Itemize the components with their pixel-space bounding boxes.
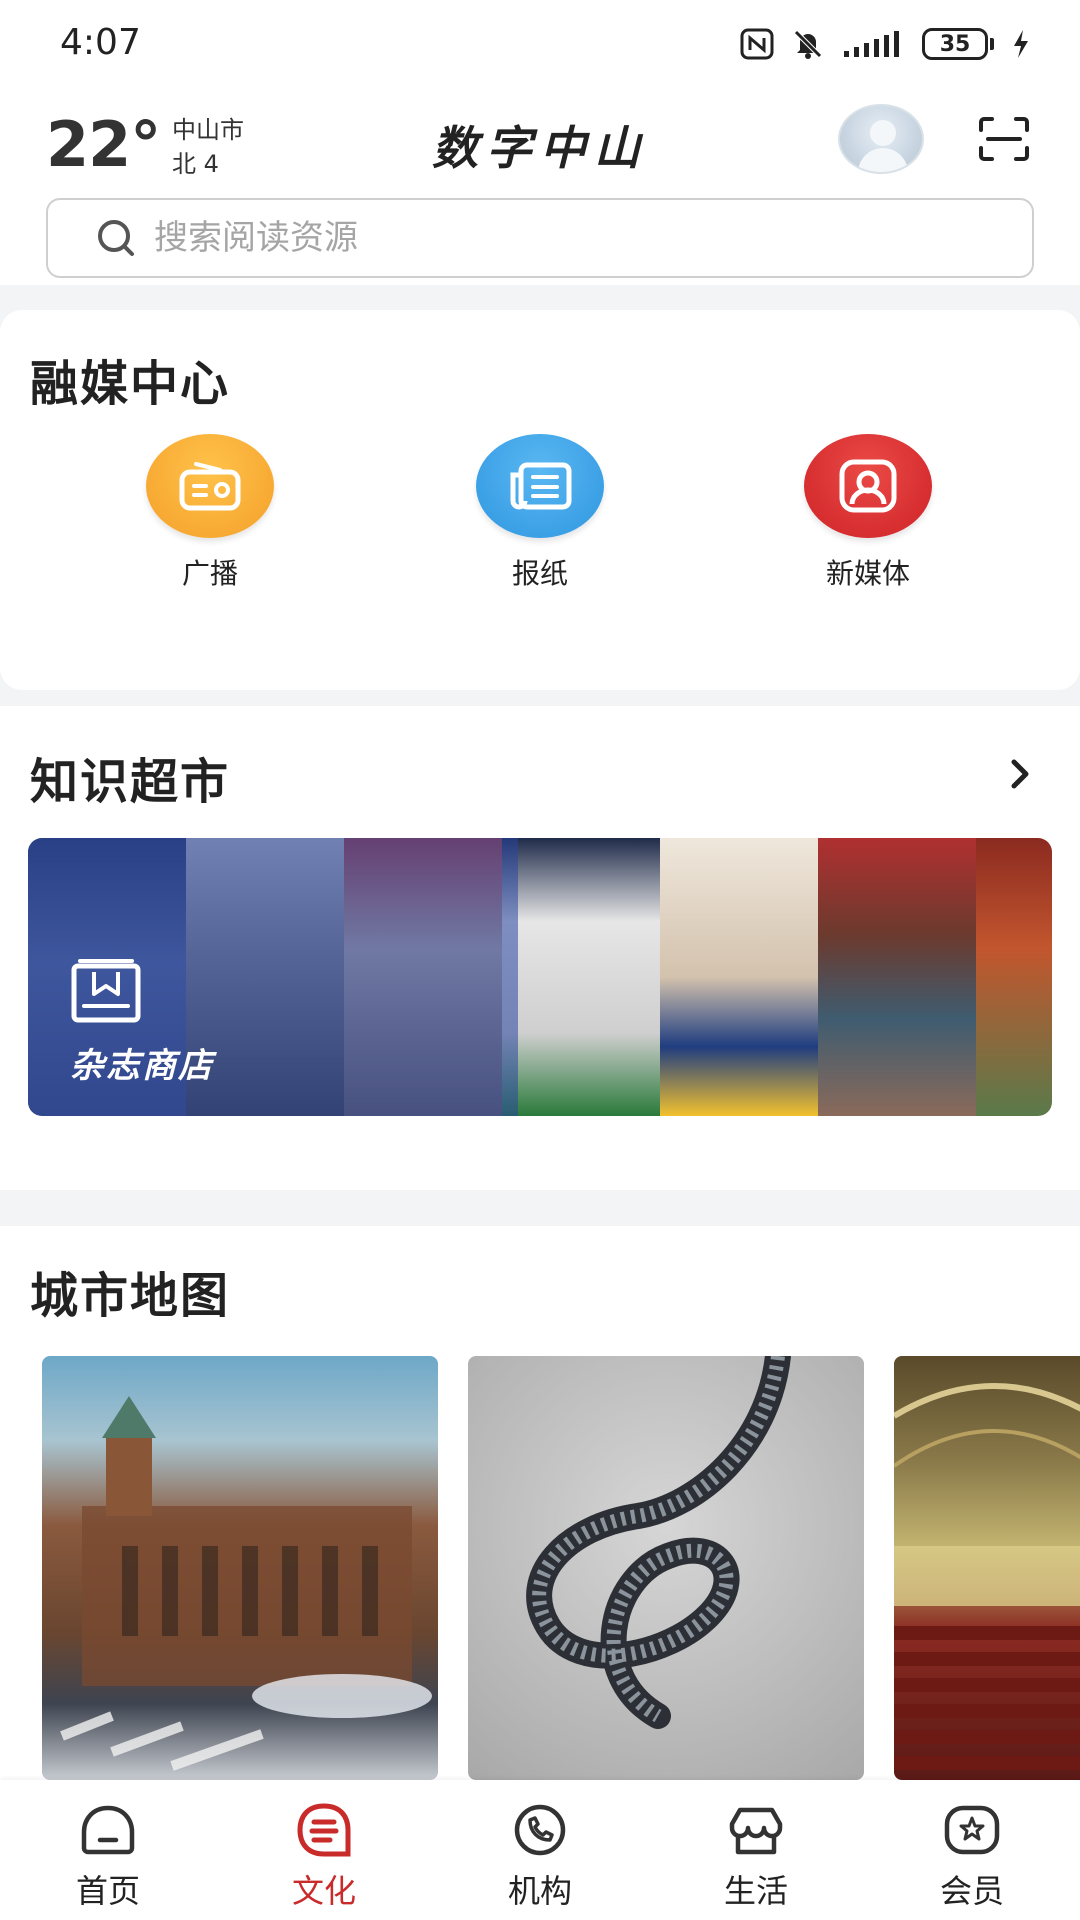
user-avatar[interactable] (838, 104, 924, 174)
historic-building-photo (60, 1396, 432, 1771)
film-reel-photo (526, 1356, 791, 1729)
bell-muted-icon (794, 30, 822, 59)
status-bar: 4:07 35 (0, 0, 1080, 90)
city-map-card-theater[interactable] (894, 1356, 1080, 1780)
city-map-card-historic-building[interactable] (42, 1356, 438, 1780)
nav-item-life[interactable]: 生活 (648, 1780, 864, 1920)
chevron-right-icon[interactable] (1004, 754, 1034, 794)
nav-label-culture: 文化 (291, 1872, 356, 1910)
new-media-icon (839, 459, 897, 513)
section-title-media-center: 融媒中心 (30, 356, 231, 412)
nav-item-member[interactable]: 会员 (864, 1780, 1080, 1920)
radio-icon (179, 462, 241, 511)
media-item-radio[interactable]: 广播 (110, 434, 310, 592)
nfc-icon (740, 28, 774, 60)
nav-item-home[interactable]: 首页 (0, 1780, 216, 1920)
battery-icon: 35 (922, 28, 994, 60)
magazine-shop-banner[interactable]: 杂志商店 (28, 838, 1052, 1116)
signal-icon (844, 31, 899, 57)
media-label-newspaper: 报纸 (511, 557, 568, 590)
institution-icon (514, 1804, 566, 1856)
newspaper-icon (510, 462, 572, 510)
nav-label-home: 首页 (75, 1872, 140, 1910)
city-map-section: 城市地图 (0, 1226, 1080, 1786)
nav-label-member: 会员 (939, 1872, 1004, 1910)
scan-icon[interactable] (978, 116, 1030, 162)
media-label-radio: 广播 (181, 557, 238, 590)
media-item-newspaper[interactable]: 报纸 (440, 434, 640, 592)
theater-photo (894, 1383, 1080, 1770)
section-title-knowledge-market: 知识超市 (30, 754, 231, 810)
knowledge-market-section: 知识超市 杂志商店 (0, 706, 1080, 1190)
nav-label-institution: 机构 (507, 1872, 572, 1910)
magazine-shop-icon (71, 959, 141, 1023)
media-label-new-media: 新媒体 (825, 557, 910, 590)
charging-icon (1014, 30, 1028, 58)
magazine-shop-label: 杂志商店 (70, 1046, 214, 1086)
bottom-navigation: 首页 文化 机构 生活 会员 (0, 1780, 1080, 1920)
search-icon (98, 220, 134, 256)
media-center-section: 融媒中心 广播 报纸 新媒体 (0, 310, 1080, 690)
nav-item-culture[interactable]: 文化 (216, 1780, 432, 1920)
city-map-card-film-reel[interactable] (468, 1356, 864, 1780)
media-item-new-media[interactable]: 新媒体 (768, 434, 968, 592)
life-icon (729, 1807, 783, 1855)
status-icons: 35 (740, 24, 1030, 64)
search-input[interactable] (154, 218, 954, 258)
header: 22° 中山市 北 4 数字中山 (0, 90, 1080, 285)
nav-item-institution[interactable]: 机构 (432, 1780, 648, 1920)
home-icon (81, 1805, 135, 1855)
status-time: 4:07 (60, 22, 141, 63)
nav-label-life: 生活 (723, 1872, 788, 1910)
member-icon (944, 1805, 1000, 1855)
section-title-city-map: 城市地图 (30, 1268, 231, 1324)
search-bar[interactable] (46, 198, 1034, 278)
culture-icon (297, 1803, 351, 1857)
battery-level: 35 (939, 31, 971, 57)
